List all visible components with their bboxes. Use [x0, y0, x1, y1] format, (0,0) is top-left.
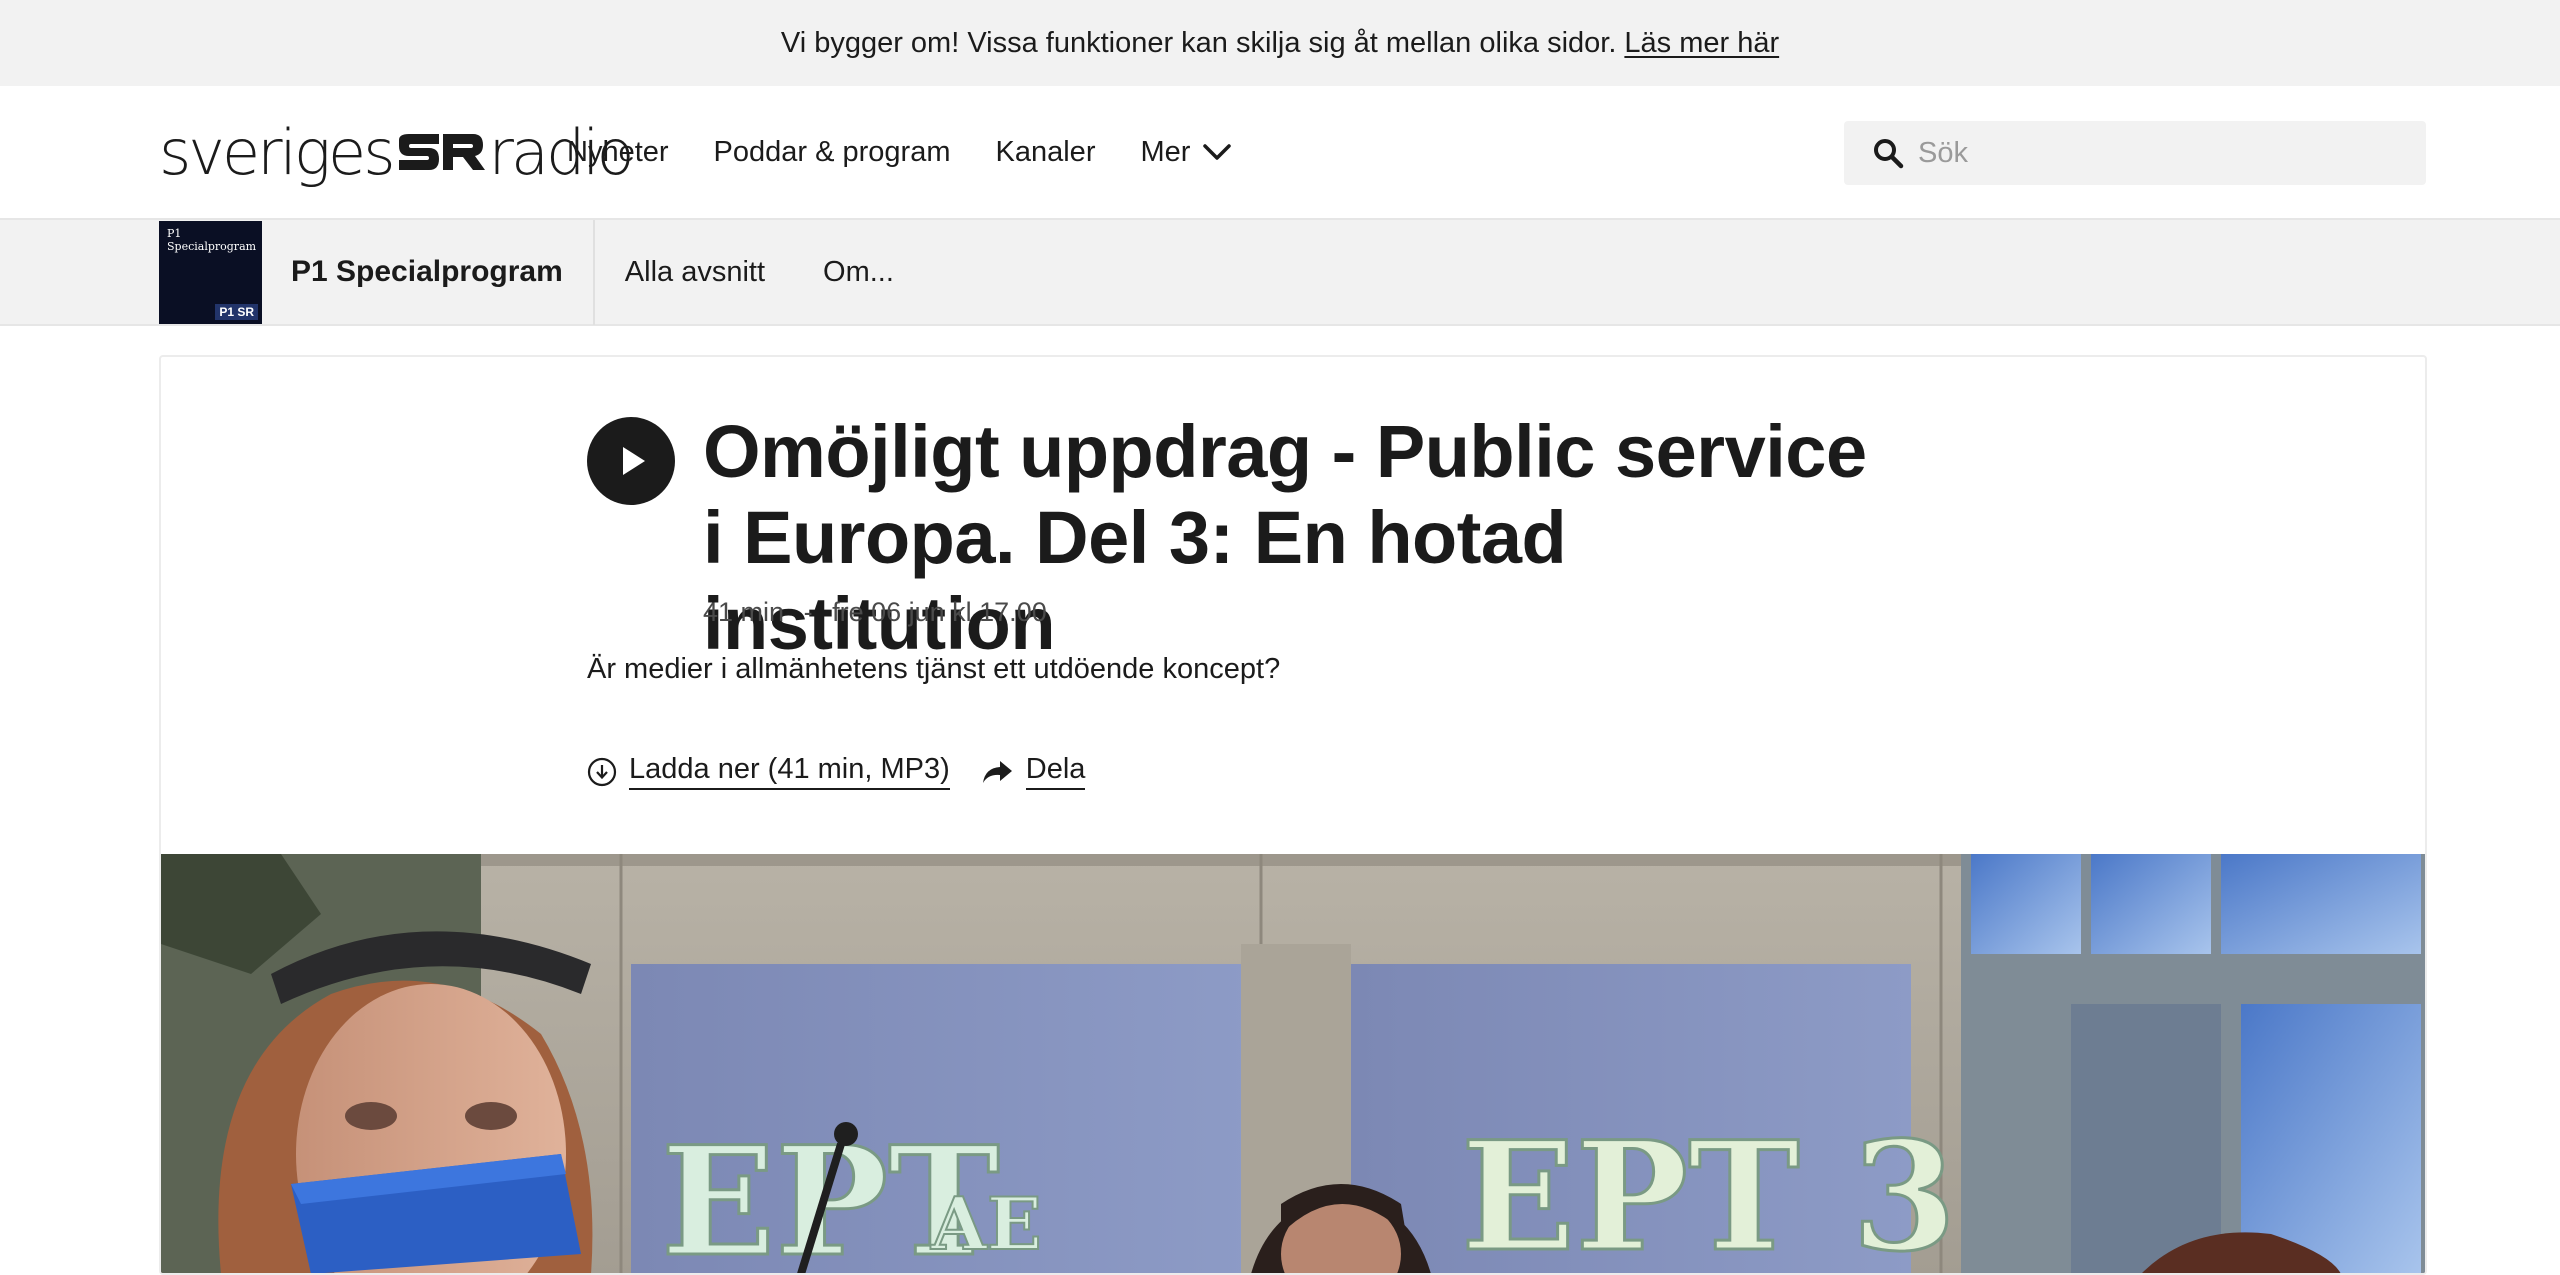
share-label: Dela: [1025, 753, 1086, 790]
sveriges-radio-logo[interactable]: sveriges radio: [159, 116, 635, 189]
sr-logo-mark-icon: [395, 129, 487, 175]
download-label: Ladda ner (41 min, MP3): [629, 753, 950, 790]
program-bar: P1 Specialprogram P1 SR P1 Specialprogra…: [0, 219, 2560, 326]
search-input[interactable]: [1918, 136, 2398, 170]
episode-meta: 41 min - fre 06 jun kl 17.00: [703, 597, 1047, 628]
episode-actions: Ladda ner (41 min, MP3) Dela: [587, 753, 1086, 790]
nav-item-mer-label: Mer: [1140, 135, 1191, 168]
episode-duration: 41 min: [703, 597, 785, 627]
episode-description: Är medier i allmänhetens tjänst ett utdö…: [587, 653, 1281, 685]
notice-bar: Vi bygger om! Vissa funktioner kan skilj…: [0, 0, 2560, 86]
share-button[interactable]: Dela: [980, 753, 1086, 790]
nav-item-poddar-program[interactable]: Poddar & program: [714, 136, 951, 169]
nav-item-nyheter[interactable]: Nyheter: [567, 136, 669, 169]
download-icon: [587, 757, 617, 786]
main-nav: Nyheter Poddar & program Kanaler Mer: [567, 136, 1232, 169]
share-icon: [982, 760, 1012, 783]
waveform-graphic: [164, 253, 258, 298]
nav-item-kanaler[interactable]: Kanaler: [996, 136, 1096, 169]
tab-om[interactable]: Om...: [823, 256, 894, 289]
search-box[interactable]: [1844, 121, 2426, 185]
download-button[interactable]: Ladda ner (41 min, MP3): [587, 753, 950, 790]
episode-card: Omöjligt uppdrag - Public service i Euro…: [159, 355, 2427, 1275]
search-icon: [1874, 139, 1904, 169]
meta-separator: -: [803, 597, 813, 627]
episode-title: Omöjligt uppdrag - Public service i Euro…: [703, 410, 1867, 665]
episode-date: fre 06 jun kl 17.00: [832, 597, 1047, 627]
notice-read-more-link[interactable]: Läs mer här: [1624, 27, 1779, 60]
tab-alla-avsnitt[interactable]: Alla avsnitt: [625, 256, 765, 289]
play-button[interactable]: [587, 417, 675, 505]
program-thumbnail[interactable]: P1 Specialprogram P1 SR: [159, 220, 262, 324]
thumb-badge: P1 SR: [215, 303, 258, 320]
episode-photo: EPT AE EPT 3: [161, 854, 2425, 1274]
thumb-title: P1 Specialprogram: [167, 226, 257, 253]
protest-photo-illustration: EPT AE EPT 3: [161, 854, 2425, 1274]
program-sub-nav: Alla avsnitt Om...: [625, 256, 894, 289]
sign-left-small-text: AE: [930, 1181, 1042, 1266]
notice-text: Vi bygger om! Vissa funktioner kan skilj…: [780, 26, 1617, 59]
chevron-down-icon: [1203, 144, 1232, 160]
sign-right-text: EPT 3: [1461, 1109, 1956, 1274]
logo-text-left: sveriges: [159, 115, 396, 189]
site-header: sveriges radio Nyheter Poddar & program …: [0, 86, 2560, 220]
nav-item-mer[interactable]: Mer: [1140, 136, 1232, 169]
program-name[interactable]: P1 Specialprogram: [291, 219, 595, 325]
play-icon: [623, 447, 645, 475]
